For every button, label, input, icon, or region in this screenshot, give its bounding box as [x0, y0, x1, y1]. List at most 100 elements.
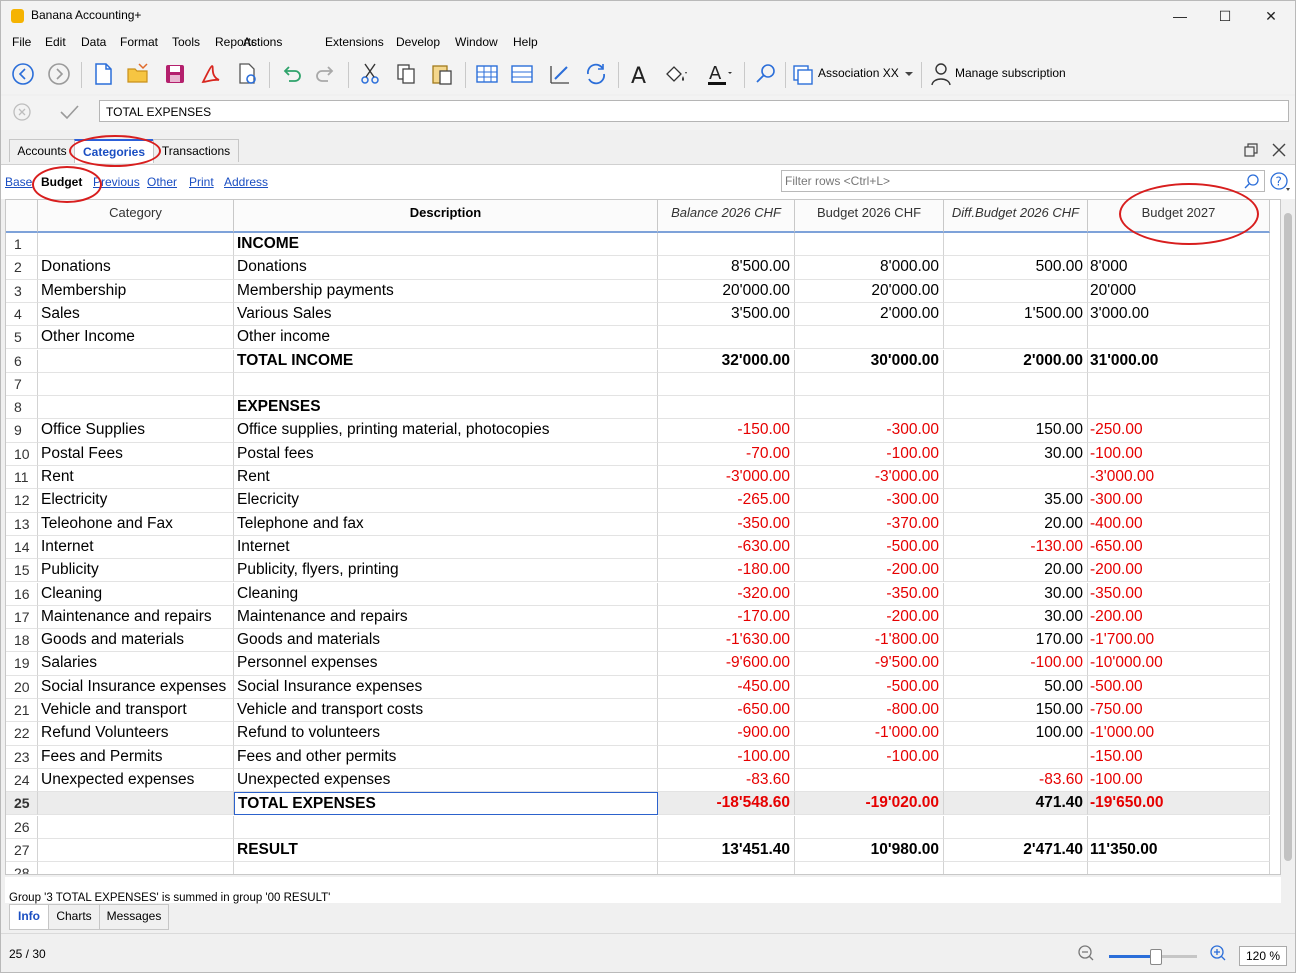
budget-cell[interactable]: -100.00 — [795, 745, 944, 769]
row-number[interactable]: 6 — [6, 349, 38, 373]
print-preview-icon[interactable] — [233, 60, 261, 88]
budget-cell[interactable] — [795, 862, 944, 874]
column-header-diff-budget-2026[interactable]: Diff.Budget 2026 CHF — [944, 200, 1088, 233]
row-number[interactable]: 8 — [6, 396, 38, 420]
table-row[interactable]: 21 Vehicle and transport Vehicle and trans… — [6, 699, 1280, 723]
diff-cell[interactable]: 2'000.00 — [944, 349, 1088, 373]
menu-data[interactable]: Data — [81, 35, 106, 49]
category-cell[interactable]: Teleohone and Fax — [38, 512, 234, 536]
budget-cell[interactable]: 30'000.00 — [795, 349, 944, 373]
table-row[interactable]: 4 Sales Various Sales 3'500.00 2'000.00 1'500… — [6, 302, 1280, 327]
diff-cell[interactable]: 50.00 — [944, 675, 1088, 699]
budget-cell[interactable]: 2'000.00 — [795, 302, 944, 327]
view-previous[interactable]: Previous — [93, 175, 140, 189]
fill-color-icon[interactable] — [661, 60, 689, 88]
category-cell[interactable]: Maintenance and repairs — [38, 605, 234, 630]
category-cell[interactable] — [38, 396, 234, 420]
diff-cell[interactable] — [944, 466, 1088, 490]
category-cell[interactable]: Refund Volunteers — [38, 722, 234, 746]
budget-cell[interactable]: -9'500.00 — [795, 652, 944, 676]
table-row[interactable]: 16 Cleaning Cleaning -320.00 -350.00 30.00 -35… — [6, 582, 1280, 606]
table-row[interactable]: 25 TOTAL EXPENSES -18'548.60 -19'020.00 471.… — [6, 792, 1280, 816]
description-cell[interactable]: Personnel expenses — [234, 652, 658, 676]
description-cell[interactable]: Fees and other permits — [234, 745, 658, 769]
category-cell[interactable]: Rent — [38, 466, 234, 490]
description-cell[interactable]: Elecricity — [234, 489, 658, 513]
row-number[interactable]: 22 — [6, 722, 38, 746]
balance-cell[interactable]: 8'500.00 — [658, 256, 795, 280]
category-cell[interactable] — [38, 372, 234, 397]
search-icon[interactable] — [752, 60, 780, 88]
copy-icon[interactable] — [392, 60, 420, 88]
text-color-icon[interactable]: A — [704, 60, 732, 88]
row-number[interactable]: 10 — [6, 442, 38, 466]
diff-cell[interactable] — [944, 372, 1088, 397]
category-cell[interactable]: Electricity — [38, 489, 234, 513]
balance-cell[interactable]: -450.00 — [658, 675, 795, 699]
table-row[interactable]: 27 RESULT 13'451.40 10'980.00 2'471.40 11'350… — [6, 838, 1280, 863]
table-row[interactable]: 17 Maintenance and repairs Maintenance and… — [6, 605, 1280, 630]
budget-cell[interactable]: 20'000.00 — [795, 279, 944, 303]
budget-cell[interactable]: -500.00 — [795, 675, 944, 699]
diff-cell[interactable]: 150.00 — [944, 699, 1088, 723]
tab-info[interactable]: Info — [9, 904, 49, 930]
category-cell[interactable]: Social Insurance expenses — [38, 675, 234, 699]
balance-cell[interactable]: -350.00 — [658, 512, 795, 536]
description-cell[interactable]: Unexpected expenses — [234, 768, 658, 793]
table-row[interactable]: 6 TOTAL INCOME 32'000.00 30'000.00 2'000.00 3… — [6, 349, 1280, 373]
row-number[interactable]: 12 — [6, 489, 38, 513]
scrollbar-thumb[interactable] — [1284, 213, 1292, 861]
diff-cell[interactable] — [944, 279, 1088, 303]
budget-2027-cell[interactable]: -100.00 — [1088, 442, 1270, 466]
budget-2027-cell[interactable]: -150.00 — [1088, 745, 1270, 769]
description-cell[interactable]: TOTAL INCOME — [234, 349, 658, 373]
close-window-button[interactable]: ✕ — [1248, 1, 1294, 32]
diff-cell[interactable]: 30.00 — [944, 582, 1088, 606]
balance-cell[interactable]: 3'500.00 — [658, 302, 795, 327]
user-icon[interactable] — [927, 60, 955, 88]
balance-cell[interactable]: 13'451.40 — [658, 838, 795, 863]
budget-cell[interactable] — [795, 233, 944, 257]
row-number[interactable]: 20 — [6, 675, 38, 699]
diff-cell[interactable]: 30.00 — [944, 605, 1088, 630]
balance-cell[interactable]: -265.00 — [658, 489, 795, 513]
zoom-slider-handle[interactable] — [1150, 949, 1162, 965]
budget-cell[interactable]: -500.00 — [795, 535, 944, 560]
maximize-button[interactable]: ☐ — [1202, 1, 1248, 32]
table-row[interactable]: 8 EXPENSES — [6, 396, 1280, 420]
diff-cell[interactable]: 471.40 — [944, 792, 1088, 816]
balance-cell[interactable]: -3'000.00 — [658, 466, 795, 490]
balance-cell[interactable]: -630.00 — [658, 535, 795, 560]
description-cell[interactable]: Other income — [234, 326, 658, 350]
filter-rows-input[interactable]: Filter rows <Ctrl+L> — [781, 170, 1265, 192]
budget-2027-cell[interactable]: -750.00 — [1088, 699, 1270, 723]
balance-cell[interactable]: -170.00 — [658, 605, 795, 630]
add-rows-icon[interactable] — [508, 60, 536, 88]
cut-icon[interactable] — [356, 60, 384, 88]
budget-2027-cell[interactable]: 20'000 — [1088, 279, 1270, 303]
category-cell[interactable]: Office Supplies — [38, 419, 234, 443]
menu-actions[interactable]: Actions — [243, 35, 282, 49]
pdf-icon[interactable] — [197, 60, 225, 88]
balance-cell[interactable] — [658, 233, 795, 257]
budget-2027-cell[interactable]: -400.00 — [1088, 512, 1270, 536]
budget-2027-cell[interactable]: -1'000.00 — [1088, 722, 1270, 746]
vertical-scrollbar[interactable] — [1281, 199, 1295, 875]
description-cell[interactable]: INCOME — [234, 233, 658, 257]
table-row[interactable]: 26 — [6, 815, 1280, 839]
category-cell[interactable]: Salaries — [38, 652, 234, 676]
help-icon[interactable]: ? — [1270, 172, 1292, 192]
budget-cell[interactable]: -200.00 — [795, 605, 944, 630]
description-cell[interactable]: Membership payments — [234, 279, 658, 303]
balance-cell[interactable]: -70.00 — [658, 442, 795, 466]
balance-cell[interactable] — [658, 326, 795, 350]
table-row[interactable]: 10 Postal Fees Postal fees -70.00 -100.00 30.… — [6, 442, 1280, 466]
diff-cell[interactable]: 170.00 — [944, 629, 1088, 653]
manage-subscription-label[interactable]: Manage subscription — [955, 66, 1066, 80]
table-row[interactable]: 20 Social Insurance expenses Social Insura… — [6, 675, 1280, 699]
description-cell[interactable]: EXPENSES — [234, 396, 658, 420]
zoom-level[interactable]: 120 % — [1239, 946, 1287, 966]
tab-transactions[interactable]: Transactions — [153, 139, 239, 162]
budget-2027-cell[interactable] — [1088, 372, 1270, 397]
category-cell[interactable]: Vehicle and transport — [38, 699, 234, 723]
